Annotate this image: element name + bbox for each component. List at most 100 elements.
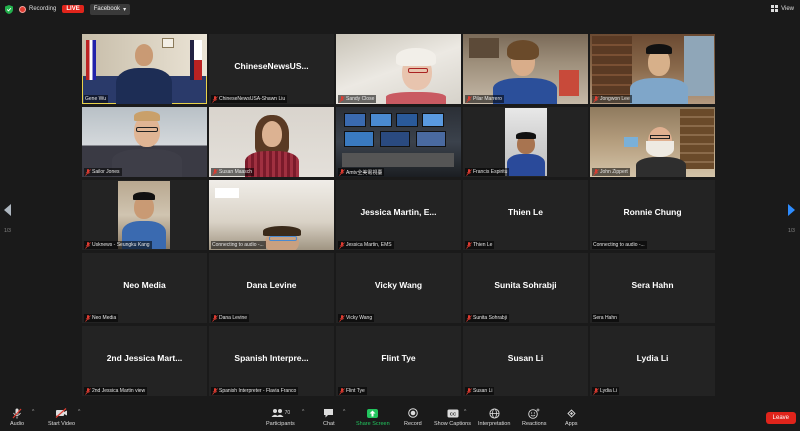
muted-mic-icon <box>85 168 91 176</box>
grid-view-icon <box>771 5 779 12</box>
record-button[interactable]: Record <box>404 407 422 427</box>
apps-button[interactable]: Apps <box>565 407 578 427</box>
participant-tile[interactable]: Dana Levine Dana Levine <box>209 253 334 323</box>
participant-name-label: Gene Wu <box>84 95 109 103</box>
participant-name-label: ChineseNewsUSA-Shawn Liu <box>211 95 288 103</box>
participant-tile[interactable]: Neo Media Neo Media <box>82 253 207 323</box>
participant-tile[interactable]: Spanish Interpre... Spanish Interpreter … <box>209 326 334 396</box>
participant-tile[interactable]: Susan Maasch <box>209 107 334 177</box>
participant-name-label: Usknews - Seungku Kang <box>84 241 152 249</box>
participant-name-label: Thien Le <box>465 241 495 249</box>
muted-mic-icon <box>466 314 472 322</box>
participant-tile[interactable]: Ronnie Chung Connecting to audio -... <box>590 180 715 250</box>
participant-tile[interactable]: Sailor Jones <box>82 107 207 177</box>
participant-tile[interactable]: Sunita Sohrabji Sunita Sohrabji <box>463 253 588 323</box>
participant-tile[interactable]: Pilar Marrero <box>463 34 588 104</box>
participant-tile[interactable]: Flint Tye Flint Tye <box>336 326 461 396</box>
participant-name-label: 2nd Jessica Martin view <box>84 387 148 395</box>
recording-label: Recording <box>29 6 57 12</box>
participant-display-name: Susan Li <box>507 353 544 363</box>
view-button[interactable]: View <box>771 5 794 12</box>
participant-tile[interactable]: Lydia Li Lydia Li <box>590 326 715 396</box>
participant-tile[interactable]: 2nd Jessica Mart... 2nd Jessica Martin v… <box>82 326 207 396</box>
video-options-caret[interactable]: ^ <box>78 409 80 415</box>
participant-tile[interactable]: Sandy Close <box>336 34 461 104</box>
participant-display-name: Sunita Sohrabji <box>494 280 557 290</box>
participant-name-label: Sailor Jones <box>84 168 122 176</box>
participants-label: Participants <box>266 421 295 427</box>
participant-tile[interactable]: John Zippert <box>590 107 715 177</box>
shield-icon[interactable] <box>4 4 13 14</box>
participant-name-label: Connecting to audio -... <box>592 241 647 249</box>
start-video-button[interactable]: Start Video <box>48 407 75 427</box>
participant-name-label: Sera Hahn <box>592 314 619 322</box>
muted-mic-icon <box>212 95 218 103</box>
participant-display-name: Ronnie Chung <box>623 207 682 217</box>
leave-button[interactable]: Leave <box>765 412 796 424</box>
apps-label: Apps <box>565 421 578 427</box>
muted-mic-icon <box>466 168 472 176</box>
participant-tile[interactable]: Susan Li Susan Li <box>463 326 588 396</box>
page-indicator-left: 1/3 <box>4 228 11 234</box>
muted-mic-icon <box>212 168 218 176</box>
participant-name-label: Sunita Sohrabji <box>465 314 509 322</box>
participant-tile[interactable]: Amtv全美電視臺 <box>336 107 461 177</box>
audio-button[interactable]: Audio <box>10 407 24 427</box>
captions-options-caret[interactable]: ^ <box>464 409 466 415</box>
muted-mic-icon <box>212 314 218 322</box>
participant-tile[interactable]: Connecting to audio -... <box>209 180 334 250</box>
participant-tile[interactable]: Usknews - Seungku Kang <box>82 180 207 250</box>
participant-tile[interactable]: Thien Le Thien Le <box>463 180 588 250</box>
participant-display-name: Neo Media <box>123 280 166 290</box>
muted-mic-icon <box>85 314 91 322</box>
participant-display-name: ChineseNewsUS... <box>234 61 309 71</box>
show-captions-label: Show Captions <box>434 421 471 427</box>
participant-display-name: Thien Le <box>508 207 543 217</box>
participant-tile[interactable]: Gene Wu <box>82 34 207 104</box>
arrow-right-icon <box>788 204 795 216</box>
muted-mic-icon <box>339 168 345 176</box>
muted-mic-icon <box>12 407 22 419</box>
share-screen-button[interactable]: Share Screen <box>356 407 390 427</box>
chat-options-caret[interactable]: ^ <box>343 409 345 415</box>
participant-name-label: Lydia Li <box>592 387 620 395</box>
participant-tile[interactable]: Francis Espiritu <box>463 107 588 177</box>
record-label: Record <box>404 421 422 427</box>
video-off-icon <box>55 407 68 419</box>
muted-mic-icon <box>339 387 345 395</box>
participant-name-label: Jongwon Lee <box>592 95 632 103</box>
chat-button[interactable]: Chat <box>323 407 335 427</box>
interpretation-button[interactable]: Interpretation <box>478 407 510 427</box>
participant-name-label: Francis Espiritu <box>465 168 510 176</box>
participant-display-name: Jessica Martin, E... <box>360 207 437 217</box>
stream-target-dropdown[interactable]: Facebook ▾ <box>89 3 131 15</box>
next-page-button[interactable]: 1/3 <box>788 204 795 234</box>
gallery-grid: Gene Wu ChineseNewsUS... ChineseNewsUSA-… <box>82 34 718 396</box>
smiley-plus-icon <box>528 407 540 419</box>
svg-text:CC: CC <box>449 411 456 416</box>
previous-page-button[interactable]: 1/3 <box>4 204 11 234</box>
participants-options-caret[interactable]: ^ <box>302 409 304 415</box>
participant-name-label: Susan Maasch <box>211 168 255 176</box>
chevron-down-icon: ▾ <box>123 6 127 13</box>
muted-mic-icon <box>593 168 599 176</box>
muted-mic-icon <box>85 387 91 395</box>
participant-display-name: Sera Hahn <box>631 280 674 290</box>
participant-name-label: Dana Levine <box>211 314 250 322</box>
participant-display-name: Lydia Li <box>636 353 669 363</box>
participant-tile[interactable]: Jongwon Lee <box>590 34 715 104</box>
live-badge[interactable]: LIVE <box>62 5 84 13</box>
participant-name-label: Pilar Marrero <box>465 95 504 103</box>
zoom-meeting-window: Recording LIVE Facebook ▾ View 1/3 1/3 G… <box>0 0 800 431</box>
participant-name-label: Vicky Wang <box>338 314 375 322</box>
participant-tile[interactable]: Sera Hahn Sera Hahn <box>590 253 715 323</box>
reactions-button[interactable]: Reactions <box>522 407 546 427</box>
muted-mic-icon <box>593 95 599 103</box>
participants-button[interactable]: 70 Participants <box>266 407 295 427</box>
recording-indicator[interactable]: Recording <box>19 5 57 13</box>
audio-label: Audio <box>10 421 25 427</box>
participant-tile[interactable]: ChineseNewsUS... ChineseNewsUSA-Shawn Li… <box>209 34 334 104</box>
participant-tile[interactable]: Jessica Martin, E... Jessica Martin, EMS <box>336 180 461 250</box>
audio-options-caret[interactable]: ^ <box>32 409 34 415</box>
participant-tile[interactable]: Vicky Wang Vicky Wang <box>336 253 461 323</box>
